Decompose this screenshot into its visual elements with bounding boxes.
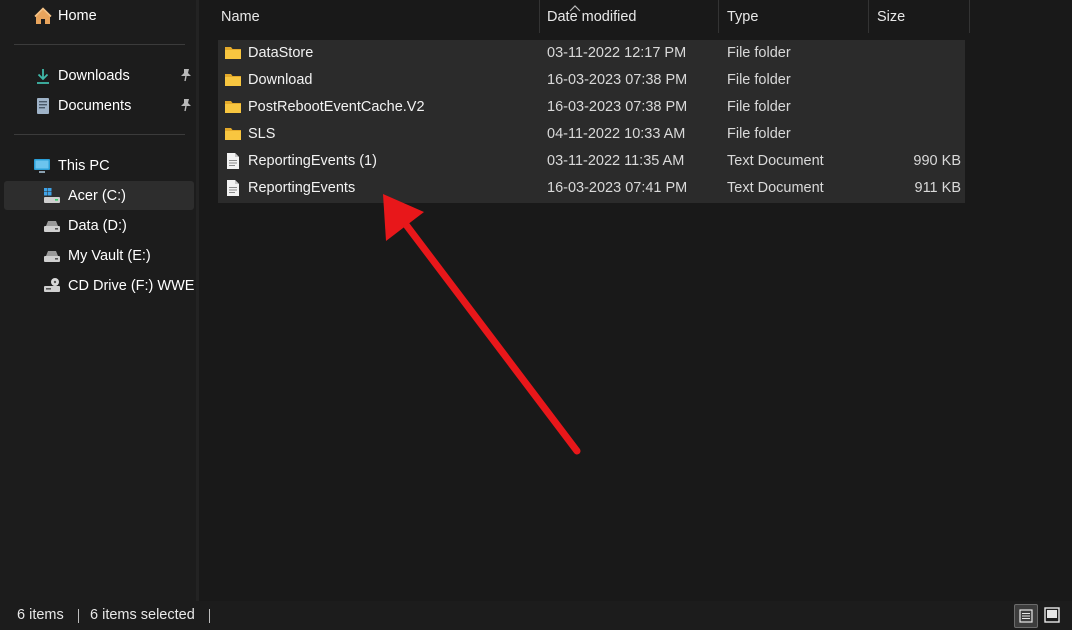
monitor-icon bbox=[33, 157, 51, 175]
column-header-bar: Name Date modified Type Size bbox=[199, 0, 1072, 34]
sidebar-item-label: Acer (C:) bbox=[68, 187, 126, 204]
large-icons-view-button[interactable] bbox=[1041, 604, 1065, 628]
file-type: File folder bbox=[727, 72, 791, 88]
file-date: 16-03-2023 07:38 PM bbox=[547, 99, 688, 115]
sidebar-item-this-pc[interactable]: This PC bbox=[4, 151, 194, 180]
file-row[interactable]: Download 16-03-2023 07:38 PM File folder bbox=[218, 67, 965, 94]
details-view-icon bbox=[1019, 609, 1033, 623]
file-date: 16-03-2023 07:38 PM bbox=[547, 72, 688, 88]
file-name: ReportingEvents (1) bbox=[248, 153, 377, 169]
file-type: File folder bbox=[727, 99, 791, 115]
pin-icon[interactable] bbox=[180, 68, 192, 82]
folder-icon bbox=[224, 44, 242, 62]
file-list: DataStore 03-11-2022 12:17 PM File folde… bbox=[218, 40, 965, 203]
sidebar-divider bbox=[14, 44, 185, 45]
item-count: 6 items bbox=[17, 607, 64, 623]
file-date: 03-11-2022 12:17 PM bbox=[547, 45, 687, 61]
file-size: 911 KB bbox=[914, 180, 962, 196]
file-size: 990 KB bbox=[913, 153, 961, 169]
file-row[interactable]: ReportingEvents 16-03-2023 07:41 PM Text… bbox=[218, 175, 965, 202]
drive-icon bbox=[43, 247, 61, 265]
folder-icon bbox=[224, 98, 242, 116]
status-bar: 6 items 6 items selected bbox=[0, 601, 1072, 630]
file-row[interactable]: SLS 04-11-2022 10:33 AM File folder bbox=[218, 121, 965, 148]
file-row[interactable]: PostRebootEventCache.V2 16-03-2023 07:38… bbox=[218, 94, 965, 121]
text-file-icon bbox=[224, 152, 242, 170]
file-row[interactable]: DataStore 03-11-2022 12:17 PM File folde… bbox=[218, 40, 965, 67]
folder-icon bbox=[224, 125, 242, 143]
file-name: Download bbox=[248, 72, 313, 88]
sidebar-item-documents[interactable]: Documents bbox=[4, 91, 194, 120]
file-row[interactable]: ReportingEvents (1) 03-11-2022 11:35 AM … bbox=[218, 148, 965, 175]
column-header-name[interactable]: Name bbox=[221, 0, 260, 34]
pane-splitter[interactable] bbox=[196, 0, 199, 601]
sidebar-item-acer-c[interactable]: Acer (C:) bbox=[4, 181, 194, 210]
drive-icon bbox=[43, 217, 61, 235]
sidebar-item-my-vault-e[interactable]: My Vault (E:) bbox=[4, 241, 194, 270]
sidebar-item-data-d[interactable]: Data (D:) bbox=[4, 211, 194, 240]
column-divider[interactable] bbox=[969, 0, 970, 33]
file-date: 16-03-2023 07:41 PM bbox=[547, 180, 688, 196]
status-separator bbox=[209, 609, 210, 623]
large-icons-view-icon bbox=[1044, 607, 1060, 623]
sidebar-item-label: This PC bbox=[58, 157, 110, 174]
file-date: 03-11-2022 11:35 AM bbox=[547, 153, 685, 169]
sidebar-divider bbox=[14, 134, 185, 135]
sidebar-item-label: CD Drive (F:) WWE bbox=[68, 277, 195, 294]
column-header-type[interactable]: Type bbox=[727, 0, 758, 34]
download-icon bbox=[34, 67, 52, 85]
sidebar-item-home[interactable]: Home bbox=[4, 1, 194, 30]
navigation-pane: Home Downloads Documents This PC Acer (C… bbox=[0, 0, 196, 601]
folder-icon bbox=[224, 71, 242, 89]
cd-drive-icon bbox=[43, 277, 61, 295]
column-header-size[interactable]: Size bbox=[877, 0, 905, 34]
pin-icon[interactable] bbox=[180, 98, 192, 112]
file-name: PostRebootEventCache.V2 bbox=[248, 99, 425, 115]
text-file-icon bbox=[224, 179, 242, 197]
home-icon bbox=[34, 6, 52, 25]
file-type: Text Document bbox=[727, 153, 824, 169]
column-divider[interactable] bbox=[718, 0, 719, 33]
file-type: File folder bbox=[727, 45, 791, 61]
sidebar-item-label: Home bbox=[58, 7, 97, 24]
column-header-date-modified[interactable]: Date modified bbox=[547, 0, 636, 34]
sidebar-item-label: My Vault (E:) bbox=[68, 247, 151, 264]
sidebar-item-cd-drive-f[interactable]: CD Drive (F:) WWE bbox=[4, 271, 194, 300]
sidebar-item-downloads[interactable]: Downloads bbox=[4, 61, 194, 90]
sidebar-item-label: Downloads bbox=[58, 67, 130, 84]
file-name: SLS bbox=[248, 126, 276, 142]
file-name: DataStore bbox=[248, 45, 314, 61]
status-separator bbox=[78, 609, 79, 623]
details-view-button[interactable] bbox=[1014, 604, 1038, 628]
file-type: Text Document bbox=[727, 180, 824, 196]
file-name: ReportingEvents bbox=[248, 180, 356, 196]
windows-drive-icon bbox=[43, 187, 61, 205]
documents-icon bbox=[34, 97, 52, 115]
selected-count: 6 items selected bbox=[90, 607, 195, 623]
sidebar-item-label: Data (D:) bbox=[68, 217, 127, 234]
column-divider[interactable] bbox=[539, 0, 540, 33]
file-date: 04-11-2022 10:33 AM bbox=[547, 126, 686, 142]
file-type: File folder bbox=[727, 126, 791, 142]
sidebar-item-label: Documents bbox=[58, 97, 132, 114]
column-divider[interactable] bbox=[868, 0, 869, 33]
